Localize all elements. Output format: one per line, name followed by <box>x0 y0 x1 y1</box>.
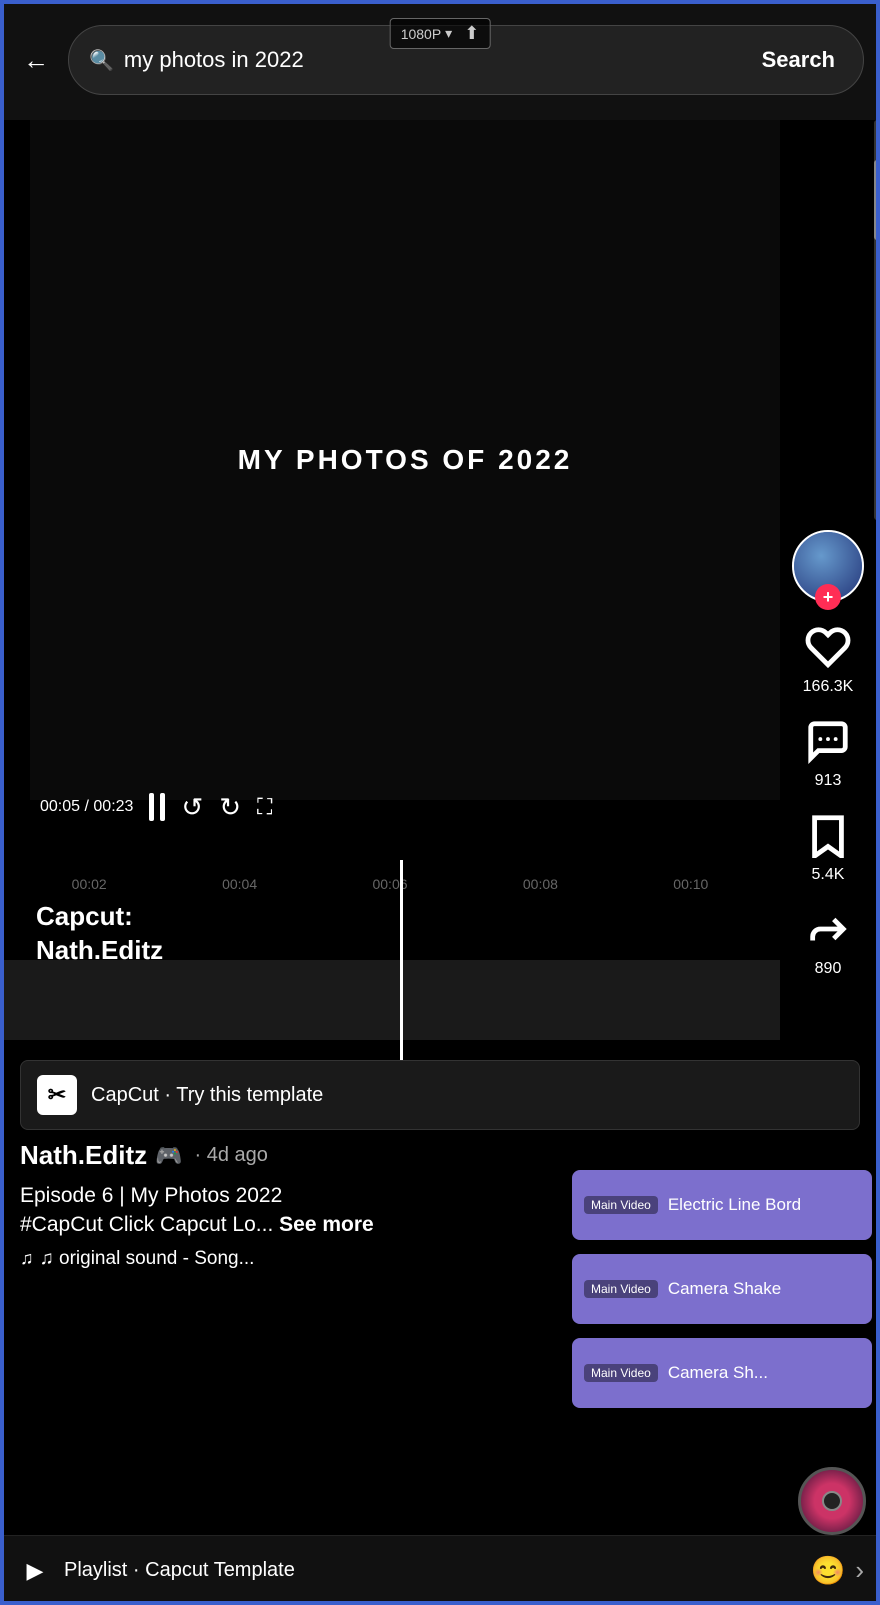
video-strip <box>0 960 780 1040</box>
quality-badge[interactable]: 1080P ▾ ⬆ <box>390 18 491 49</box>
upload-icon: ⬆ <box>464 23 479 44</box>
playhead-line <box>400 860 403 1080</box>
chevron-right-icon[interactable]: › <box>855 1555 864 1586</box>
rewind-icon[interactable]: ↺ <box>181 792 203 823</box>
sound-text: ♫ original sound - Song... <box>40 1248 255 1270</box>
see-more-button[interactable]: See more <box>279 1213 374 1236</box>
caption-line2: #CapCut Click Capcut Lo... <box>20 1213 273 1236</box>
share-icon <box>801 902 855 956</box>
capcut-title-line2: Nath.Editz <box>36 934 163 968</box>
caption-line1: Episode 6 | My Photos 2022 <box>20 1184 282 1207</box>
template-item-3[interactable]: Main Video Camera Sh... <box>572 1338 872 1408</box>
marker-3: 00:06 <box>315 876 465 892</box>
capcut-title-line1: Capcut: <box>36 900 163 934</box>
capcut-banner-text: CapCut · Try this template <box>91 1084 323 1107</box>
template-label-2: Camera Shake <box>668 1279 860 1299</box>
search-input[interactable] <box>124 47 744 73</box>
play-pause-button[interactable] <box>149 793 165 821</box>
music-note-icon: ♫ <box>20 1248 34 1269</box>
back-button[interactable]: ← <box>16 40 56 80</box>
playlist-icon: ▶ <box>16 1552 54 1590</box>
comment-count: 913 <box>815 772 842 790</box>
marker-4: 00:08 <box>465 876 615 892</box>
verified-badge: 🎮 <box>155 1143 182 1169</box>
scroll-thumb <box>874 160 880 240</box>
quality-label: 1080P <box>401 26 441 42</box>
like-button[interactable]: 166.3K <box>801 620 855 696</box>
video-title: MY PHOTOS OF 2022 <box>238 444 573 476</box>
comment-icon <box>801 714 855 768</box>
share-button[interactable]: 890 <box>801 902 855 978</box>
avatar-wrap[interactable]: + <box>792 530 864 602</box>
video-area[interactable]: MY PHOTOS OF 2022 <box>30 120 780 800</box>
username: Nath.Editz <box>20 1140 147 1171</box>
bookmark-count: 5.4K <box>812 866 845 884</box>
time-ago: · 4d ago <box>195 1144 268 1167</box>
capcut-text-overlay: Capcut: Nath.Editz <box>36 900 163 968</box>
right-sidebar: + 166.3K 913 5.4K <box>784 530 872 978</box>
bottom-bar: ▶ Playlist · Capcut Template 😊 › <box>0 1535 880 1605</box>
play-icon: ▶ <box>27 1558 44 1584</box>
capcut-logo: ✂ <box>37 1075 77 1115</box>
template-label-1: Electric Line Bord <box>668 1195 860 1215</box>
comment-button[interactable]: 913 <box>801 714 855 790</box>
marker-2: 00:04 <box>164 876 314 892</box>
emoji-button[interactable]: 😊 <box>810 1554 845 1587</box>
time-display: 00:05 / 00:23 <box>40 798 133 816</box>
template-label-3: Camera Sh... <box>668 1363 860 1383</box>
template-badge-3: Main Video <box>584 1364 658 1382</box>
template-panel: Main Video Electric Line Bord Main Video… <box>572 1100 872 1416</box>
template-item-2[interactable]: Main Video Camera Shake <box>572 1254 872 1324</box>
bookmark-button[interactable]: 5.4K <box>801 808 855 884</box>
like-count: 166.3K <box>803 678 854 696</box>
playlist-text: Playlist · Capcut Template <box>64 1559 800 1582</box>
search-icon: 🔍 <box>89 48 114 73</box>
video-controls: 00:05 / 00:23 ↺ ↻ ⛶ <box>30 782 780 832</box>
follow-button[interactable]: + <box>815 584 841 610</box>
forward-icon[interactable]: ↻ <box>219 792 241 823</box>
scrollbar[interactable] <box>874 120 880 520</box>
template-badge-1: Main Video <box>584 1196 658 1214</box>
music-disc[interactable] <box>798 1467 866 1535</box>
chevron-down-icon: ▾ <box>445 25 452 42</box>
search-button[interactable]: Search <box>754 47 843 73</box>
fullscreen-icon[interactable]: ⛶ <box>257 794 272 820</box>
timeline-markers: 00:02 00:04 00:06 00:08 00:10 <box>0 870 780 898</box>
template-badge-2: Main Video <box>584 1280 658 1298</box>
disc-center <box>822 1491 842 1511</box>
marker-1: 00:02 <box>14 876 164 892</box>
template-item-1[interactable]: Main Video Electric Line Bord <box>572 1170 872 1240</box>
bookmark-icon <box>801 808 855 862</box>
share-count: 890 <box>815 960 842 978</box>
marker-5: 00:10 <box>616 876 766 892</box>
heart-icon <box>801 620 855 674</box>
